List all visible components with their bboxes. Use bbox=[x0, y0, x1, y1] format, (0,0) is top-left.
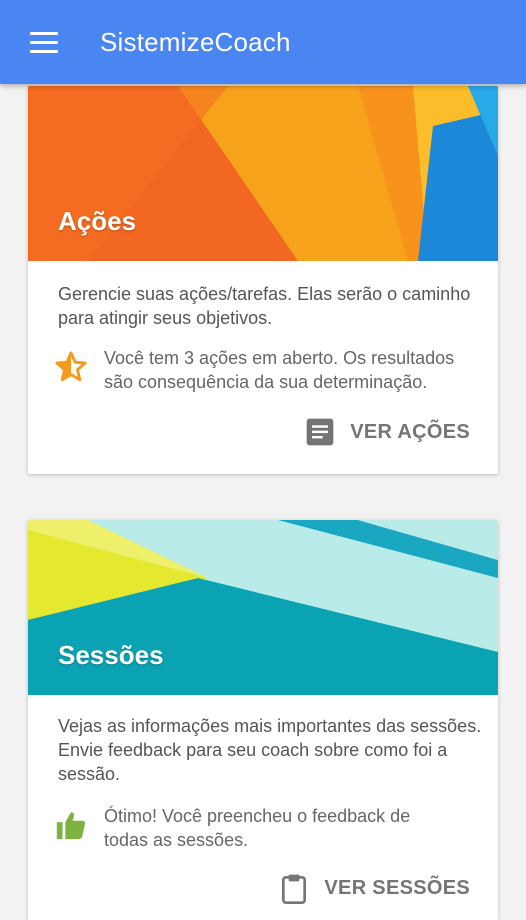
ver-sessoes-button[interactable]: VER SESSÕES bbox=[278, 870, 470, 906]
app-bar: SistemizeCoach bbox=[0, 0, 526, 84]
ver-acoes-label: VER AÇÕES bbox=[350, 420, 470, 443]
card-acoes-status-line2: são consequência da sua determinação. bbox=[104, 372, 428, 392]
card-acoes-hero: Ações bbox=[28, 86, 498, 261]
card-sessoes-hero: Sessões bbox=[28, 520, 498, 695]
card-sessoes-status-line1: Ótimo! Você preencheu o feedback de bbox=[104, 806, 411, 826]
card-sessoes-title: Sessões bbox=[58, 640, 164, 670]
list-document-icon bbox=[306, 418, 334, 446]
card-sessoes-status-text: Ótimo! Você preencheu o feedback de toda… bbox=[104, 804, 498, 852]
ver-sessoes-label: VER SESSÕES bbox=[324, 876, 470, 899]
card-sessoes-description: Vejas as informações mais importantes da… bbox=[58, 716, 482, 784]
card-sessoes: Sessões Vejas as informações mais import… bbox=[28, 520, 498, 920]
card-sessoes-status-line2: todas as sessões. bbox=[104, 830, 249, 850]
app-title: SistemizeCoach bbox=[100, 27, 291, 57]
card-acoes: Ações Gerencie suas ações/tarefas. Elas … bbox=[28, 86, 498, 474]
card-acoes-title: Ações bbox=[58, 206, 137, 236]
card-acoes-status-line1: Você tem 3 ações em aberto. Os resultado… bbox=[104, 348, 455, 368]
ver-acoes-button[interactable]: VER AÇÕES bbox=[304, 414, 470, 450]
card-acoes-description: Gerencie suas ações/tarefas. Elas serão … bbox=[58, 284, 471, 328]
card-acoes-status-text: Você tem 3 ações em aberto. Os resultado… bbox=[104, 346, 498, 394]
star-half-icon bbox=[55, 351, 87, 382]
clipboard-icon bbox=[282, 874, 307, 904]
hamburger-menu-icon[interactable] bbox=[26, 30, 62, 56]
thumbs-up-icon bbox=[56, 812, 86, 840]
